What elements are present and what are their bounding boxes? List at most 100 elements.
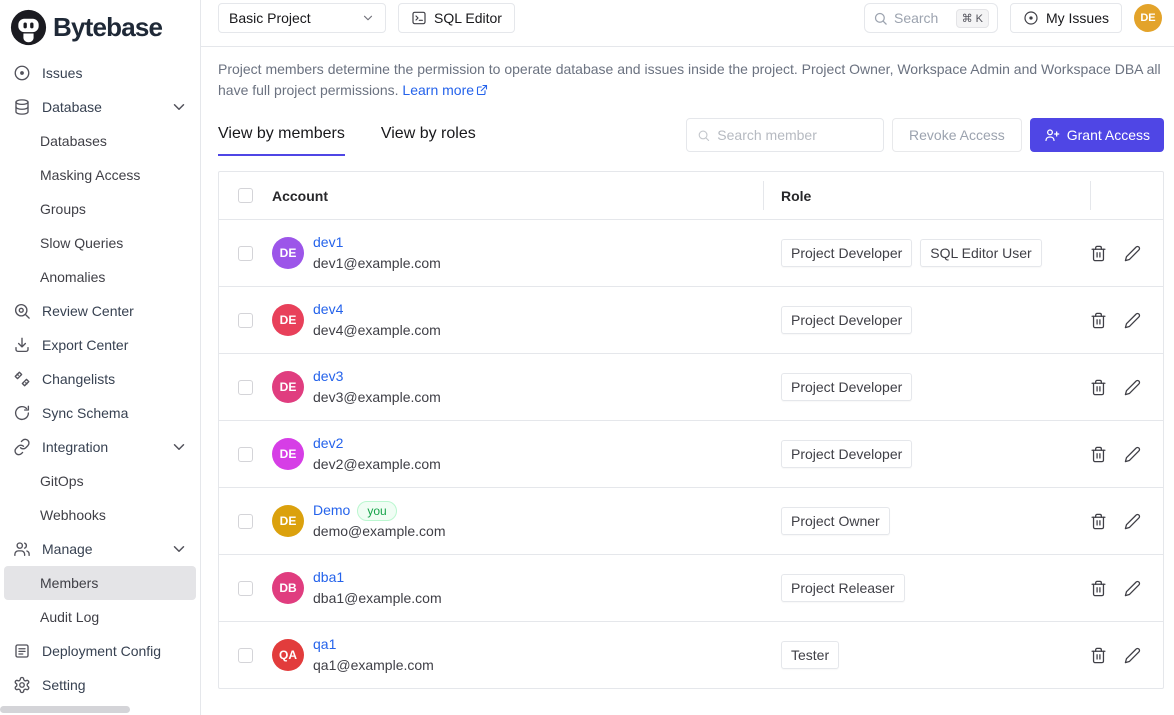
my-issues-button[interactable]: My Issues (1010, 3, 1122, 33)
bytebase-logo[interactable]: Bytebase (0, 0, 200, 52)
main-area: Basic Project SQL Editor Search ⌘ K My I… (201, 0, 1174, 715)
edit-member-button[interactable] (1124, 446, 1141, 463)
edit-member-button[interactable] (1124, 647, 1141, 664)
member-name-link[interactable]: Demo (313, 500, 350, 521)
sidebar-item-review-center[interactable]: Review Center (0, 294, 200, 328)
sidebar-item-changelists[interactable]: Changelists (0, 362, 200, 396)
app-window: Bytebase Issues Database Databases Maski… (0, 0, 1174, 715)
trash-icon (1090, 513, 1107, 530)
table-header-row: Account Role (219, 172, 1163, 219)
row-checkbox[interactable] (238, 447, 253, 462)
sidebar-item-gitops[interactable]: GitOps (0, 464, 200, 498)
member-email: dev2@example.com (313, 454, 441, 475)
delete-member-button[interactable] (1090, 513, 1107, 530)
edit-member-button[interactable] (1124, 379, 1141, 396)
sidebar-item-manage[interactable]: Manage (0, 532, 200, 566)
role-badge: Project Developer (781, 373, 912, 401)
pencil-icon (1124, 647, 1141, 664)
row-checkbox[interactable] (238, 246, 253, 261)
member-name-link[interactable]: dev4 (313, 299, 441, 320)
sync-refresh-icon (13, 404, 31, 422)
trash-icon (1090, 580, 1107, 597)
learn-more-link[interactable]: Learn more (402, 82, 488, 98)
sql-editor-button[interactable]: SQL Editor (398, 3, 515, 33)
row-checkbox[interactable] (238, 648, 253, 663)
search-shortcut-badge: ⌘ K (956, 9, 989, 28)
project-select-value: Basic Project (229, 10, 311, 26)
member-name-link[interactable]: dev1 (313, 232, 441, 253)
table-row: DE dev1 dev1@example.com Project Develop… (219, 219, 1163, 286)
delete-member-button[interactable] (1090, 580, 1107, 597)
member-email: dev4@example.com (313, 320, 441, 341)
project-select[interactable]: Basic Project (218, 3, 386, 33)
sidebar-item-deployment-config[interactable]: Deployment Config (0, 634, 200, 668)
avatar: DE (272, 505, 304, 537)
row-checkbox[interactable] (238, 313, 253, 328)
members-table: Account Role DE dev1 dev1@example.com (218, 171, 1164, 689)
member-email: qa1@example.com (313, 655, 434, 676)
delete-member-button[interactable] (1090, 245, 1107, 262)
user-avatar[interactable]: DE (1134, 4, 1162, 32)
sidebar-item-masking-access[interactable]: Masking Access (0, 158, 200, 192)
select-all-checkbox[interactable] (238, 188, 253, 203)
sidebar-item-anomalies[interactable]: Anomalies (0, 260, 200, 294)
sidebar-item-webhooks[interactable]: Webhooks (0, 498, 200, 532)
member-name-link[interactable]: qa1 (313, 634, 434, 655)
review-magnifier-icon (13, 302, 31, 320)
delete-member-button[interactable] (1090, 312, 1107, 329)
tab-view-by-members[interactable]: View by members (218, 115, 345, 156)
edit-member-button[interactable] (1124, 580, 1141, 597)
delete-member-button[interactable] (1090, 446, 1107, 463)
sidebar-horizontal-scrollbar[interactable] (0, 706, 130, 713)
sidebar-item-sync-schema[interactable]: Sync Schema (0, 396, 200, 430)
avatar: DE (272, 438, 304, 470)
grant-access-button[interactable]: Grant Access (1030, 118, 1164, 152)
sidebar-item-slow-queries[interactable]: Slow Queries (0, 226, 200, 260)
sidebar-item-issues[interactable]: Issues (0, 56, 200, 90)
delete-member-button[interactable] (1090, 647, 1107, 664)
role-badge: SQL Editor User (920, 239, 1041, 267)
members-page: Project members determine the permission… (201, 47, 1174, 689)
tab-view-by-roles[interactable]: View by roles (381, 115, 476, 156)
sidebar-item-databases[interactable]: Databases (0, 124, 200, 158)
table-row: DE Demo you demo@example.com Project Own… (219, 487, 1163, 554)
sidebar-item-groups[interactable]: Groups (0, 192, 200, 226)
row-checkbox[interactable] (238, 380, 253, 395)
link-icon (13, 438, 31, 456)
member-name-link[interactable]: dev3 (313, 366, 441, 387)
issue-circle-dot-icon (13, 64, 31, 82)
sidebar-item-integration[interactable]: Integration (0, 430, 200, 464)
sidebar-item-setting[interactable]: Setting (0, 668, 200, 702)
edit-member-button[interactable] (1124, 245, 1141, 262)
pencil-icon (1124, 312, 1141, 329)
edit-member-button[interactable] (1124, 312, 1141, 329)
role-badge: Project Developer (781, 239, 912, 267)
revoke-access-button[interactable]: Revoke Access (892, 118, 1022, 152)
row-checkbox[interactable] (238, 514, 253, 529)
column-header-role: Role (763, 172, 1090, 219)
brand-name: Bytebase (53, 12, 162, 43)
member-email: demo@example.com (313, 521, 446, 542)
chevron-down-icon (170, 98, 188, 116)
row-checkbox[interactable] (238, 581, 253, 596)
sidebar-item-label: Database (42, 99, 102, 115)
topbar-right: Search ⌘ K My Issues DE (864, 3, 1162, 33)
document-icon (13, 642, 31, 660)
global-search[interactable]: Search ⌘ K (864, 3, 998, 33)
chevron-down-icon (170, 438, 188, 456)
sidebar-item-audit-log[interactable]: Audit Log (0, 600, 200, 634)
member-search-input[interactable] (717, 127, 873, 143)
avatar: DB (272, 572, 304, 604)
sidebar-nav: Issues Database Databases Masking Access… (0, 52, 200, 702)
edit-member-button[interactable] (1124, 513, 1141, 530)
you-badge: you (357, 501, 396, 521)
member-name-link[interactable]: dba1 (313, 567, 442, 588)
sidebar-item-database[interactable]: Database (0, 90, 200, 124)
delete-member-button[interactable] (1090, 379, 1107, 396)
member-name-link[interactable]: dev2 (313, 433, 441, 454)
sidebar-item-members[interactable]: Members (4, 566, 196, 600)
sidebar-item-export-center[interactable]: Export Center (0, 328, 200, 362)
table-row: QA qa1 qa1@example.com Tester (219, 621, 1163, 688)
bytebase-logo-icon (10, 9, 47, 46)
role-badge: Project Owner (781, 507, 890, 535)
